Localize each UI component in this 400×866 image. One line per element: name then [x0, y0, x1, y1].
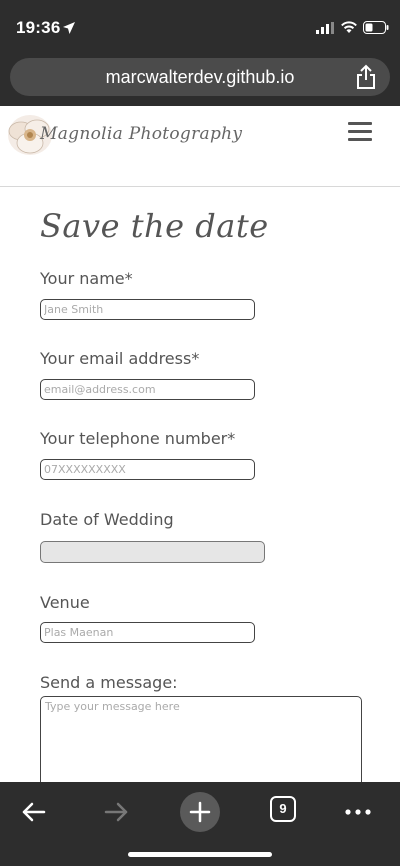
telephone-label: Your telephone number*	[40, 429, 236, 448]
hamburger-line	[348, 138, 372, 141]
address-bar[interactable]: marcwalterdev.github.io	[10, 58, 390, 96]
back-arrow-icon[interactable]	[14, 792, 54, 832]
location-arrow-icon	[63, 22, 75, 34]
battery-icon	[363, 21, 389, 34]
cellular-signal-icon	[316, 22, 334, 34]
form-title: Save the date	[40, 207, 269, 245]
email-input[interactable]	[40, 379, 255, 400]
wedding-date-input[interactable]	[40, 541, 265, 563]
tab-count: 9	[270, 796, 296, 822]
new-tab-button[interactable]	[180, 792, 220, 832]
hamburger-line	[348, 130, 372, 133]
brand-name[interactable]: Magnolia Photography	[40, 124, 242, 144]
share-icon[interactable]	[354, 64, 378, 90]
status-time: 19:36	[16, 18, 61, 37]
venue-label: Venue	[40, 593, 90, 612]
browser-top-chrome: 19:36 marcwalterdev.github.io	[0, 0, 400, 106]
venue-input[interactable]	[40, 622, 255, 643]
email-label: Your email address*	[40, 349, 200, 368]
home-indicator[interactable]	[128, 852, 272, 857]
tabs-button[interactable]: 9	[266, 792, 306, 832]
site-header: Magnolia Photography	[0, 106, 400, 187]
plus-icon	[189, 801, 211, 823]
forward-arrow-icon[interactable]	[96, 792, 136, 832]
name-label: Your name*	[40, 269, 133, 288]
url-text[interactable]: marcwalterdev.github.io	[10, 67, 390, 88]
wedding-date-label: Date of Wedding	[40, 510, 174, 529]
message-textarea[interactable]	[40, 696, 362, 796]
status-bar: 19:36	[0, 0, 400, 56]
wifi-icon	[341, 21, 357, 33]
message-label: Send a message:	[40, 673, 178, 692]
more-dots-icon[interactable]	[338, 792, 378, 832]
hamburger-menu-icon[interactable]	[348, 122, 374, 144]
hamburger-line	[348, 122, 372, 125]
name-input[interactable]	[40, 299, 255, 320]
telephone-input[interactable]	[40, 459, 255, 480]
